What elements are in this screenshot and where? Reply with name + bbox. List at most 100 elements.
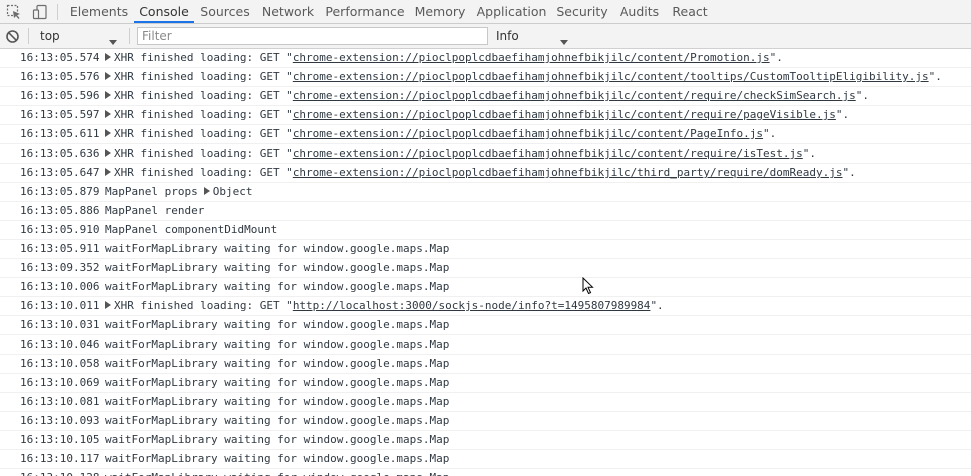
expand-triangle-icon[interactable] (105, 91, 111, 99)
message-text: waitForMapLibrary waiting for window.goo… (105, 336, 449, 354)
message-text: MapPanel componentDidMount (105, 221, 277, 239)
log-level-label: Info (496, 29, 519, 43)
timestamp: 16:13:10.031 (20, 318, 100, 331)
tab-elements[interactable]: Elements (65, 0, 133, 23)
log-text: waitForMapLibrary waiting for window.goo… (105, 471, 449, 476)
log-text: waitForMapLibrary waiting for window.goo… (105, 414, 450, 427)
timestamp: 16:13:10.058 (20, 357, 100, 370)
timestamp: 16:13:05.647 (20, 166, 100, 179)
expand-triangle-icon[interactable] (105, 301, 111, 309)
message-text: waitForMapLibrary waiting for window.goo… (105, 431, 449, 449)
xhr-prefix: XHR finished loading: GET " (114, 70, 293, 83)
tab-network[interactable]: Network (257, 0, 319, 23)
log-level-selector[interactable]: Info (491, 27, 571, 45)
log-text: MapPanel componentDidMount (105, 223, 278, 236)
message-text: MapPanel props Object (105, 183, 252, 201)
inspect-element-icon[interactable] (4, 2, 24, 22)
message-text: waitForMapLibrary waiting for window.goo… (105, 278, 449, 296)
resource-link[interactable]: chrome-extension://pioclpoplcdbaefihamjo… (293, 51, 770, 64)
resource-link[interactable]: http://localhost:3000/sockjs-node/info?t… (293, 299, 651, 312)
resource-link[interactable]: chrome-extension://pioclpoplcdbaefihamjo… (293, 89, 856, 102)
expand-triangle-icon[interactable] (203, 187, 210, 195)
console-message-row: 16:13:05.611 XHR finished loading: GET "c… (0, 125, 971, 144)
resource-link[interactable]: chrome-extension://pioclpoplcdbaefihamjo… (293, 127, 763, 140)
xhr-suffix: ". (650, 299, 664, 312)
console-message-row: 16:13:05.886 MapPanel render (0, 202, 971, 221)
expand-triangle-icon[interactable] (105, 110, 111, 118)
resource-link[interactable]: chrome-extension://pioclpoplcdbaefihamjo… (293, 70, 929, 83)
timestamp: 16:13:10.128 (20, 469, 99, 476)
tab-separator (57, 4, 58, 20)
timestamp: 16:13:05.576 (20, 70, 100, 83)
timestamp: 16:13:05.636 (20, 147, 100, 160)
filter-input[interactable] (137, 27, 488, 45)
message-text: XHR finished loading: GET "chrome-extens… (105, 145, 816, 163)
message-text: waitForMapLibrary waiting for window.goo… (105, 259, 449, 277)
mouse-cursor-icon (582, 276, 594, 295)
xhr-suffix: ". (763, 127, 777, 140)
tab-security[interactable]: Security (553, 0, 611, 23)
console-message-row: 16:13:05.576 XHR finished loading: GET "c… (0, 68, 971, 87)
timestamp: 16:13:05.911 (20, 242, 100, 255)
toolbar-separator (129, 28, 130, 44)
message-text: XHR finished loading: GET "chrome-extens… (105, 68, 942, 86)
console-message-row: 16:13:10.006 waitForMapLibrary waiting fo… (0, 278, 971, 297)
timestamp: 16:13:10.117 (20, 452, 100, 465)
timestamp: 16:13:05.611 (20, 127, 100, 140)
message-text: waitForMapLibrary waiting for window.goo… (105, 450, 449, 468)
log-text: waitForMapLibrary waiting for window.goo… (105, 338, 450, 351)
resource-link[interactable]: chrome-extension://pioclpoplcdbaefihamjo… (293, 166, 843, 179)
console-message-row: 16:13:05.574 XHR finished loading: GET "c… (0, 49, 971, 68)
timestamp: 16:13:05.597 (20, 108, 100, 121)
resource-link[interactable]: chrome-extension://pioclpoplcdbaefihamjo… (293, 108, 836, 121)
log-text: waitForMapLibrary waiting for window.goo… (105, 242, 450, 255)
resource-link[interactable]: chrome-extension://pioclpoplcdbaefihamjo… (293, 147, 803, 160)
xhr-prefix: XHR finished loading: GET " (114, 89, 293, 102)
xhr-prefix: XHR finished loading: GET " (114, 51, 293, 64)
console-message-row: 16:13:10.031 waitForMapLibrary waiting fo… (0, 316, 971, 335)
expand-triangle-icon[interactable] (105, 149, 111, 157)
tab-react[interactable]: React (668, 0, 712, 23)
device-toolbar-icon[interactable] (30, 2, 50, 22)
message-text: MapPanel render (105, 202, 204, 220)
log-text: waitForMapLibrary waiting for window.goo… (105, 357, 450, 370)
context-selector-label: top (40, 29, 60, 43)
message-text: waitForMapLibrary waiting for window.goo… (105, 412, 449, 430)
tab-performance[interactable]: Performance (323, 0, 407, 23)
object-preview[interactable]: Object (213, 185, 253, 198)
timestamp: 16:13:09.352 (20, 261, 100, 274)
console-message-row: 16:13:05.879 MapPanel props Object (0, 183, 971, 202)
console-message-row: 16:13:10.069 waitForMapLibrary waiting fo… (0, 374, 971, 393)
expand-triangle-icon[interactable] (105, 72, 111, 80)
message-text: waitForMapLibrary waiting for window.goo… (105, 393, 449, 411)
console-message-row: 16:13:10.058 waitForMapLibrary waiting fo… (0, 355, 971, 374)
timestamp: 16:13:05.879 (20, 185, 100, 198)
message-text: XHR finished loading: GET "chrome-extens… (105, 125, 776, 143)
console-toolbar: top Info (0, 24, 971, 49)
message-text: XHR finished loading: GET "chrome-extens… (105, 164, 856, 182)
context-selector[interactable]: top (35, 27, 121, 45)
message-text: XHR finished loading: GET "chrome-extens… (105, 87, 869, 105)
message-text: waitForMapLibrary waiting for window.goo… (105, 374, 449, 392)
console-message-row: 16:13:10.105 waitForMapLibrary waiting fo… (0, 431, 971, 450)
tab-console[interactable]: Console (134, 0, 194, 23)
message-text: waitForMapLibrary waiting for window.goo… (105, 355, 449, 373)
timestamp: 16:13:10.093 (20, 414, 100, 427)
xhr-suffix: ". (855, 89, 869, 102)
tab-memory[interactable]: Memory (409, 0, 471, 23)
tab-audits[interactable]: Audits (614, 0, 665, 23)
expand-triangle-icon[interactable] (105, 53, 111, 61)
expand-triangle-icon[interactable] (105, 168, 111, 176)
log-text: waitForMapLibrary waiting for window.goo… (105, 280, 450, 293)
tab-application[interactable]: Application (473, 0, 550, 23)
xhr-prefix: XHR finished loading: GET " (114, 127, 293, 140)
tab-sources[interactable]: Sources (196, 0, 254, 23)
xhr-prefix: XHR finished loading: GET " (114, 147, 293, 160)
console-message-row: 16:13:10.093 waitForMapLibrary waiting fo… (0, 412, 971, 431)
console-message-row: 16:13:05.596 XHR finished loading: GET "c… (0, 87, 971, 106)
log-text: waitForMapLibrary waiting for window.goo… (105, 395, 450, 408)
expand-triangle-icon[interactable] (105, 129, 111, 137)
console-message-row: 16:13:09.352 waitForMapLibrary waiting fo… (0, 259, 971, 278)
console-message-row: 16:13:10.117 waitForMapLibrary waiting fo… (0, 450, 971, 469)
clear-console-icon[interactable] (5, 29, 20, 44)
